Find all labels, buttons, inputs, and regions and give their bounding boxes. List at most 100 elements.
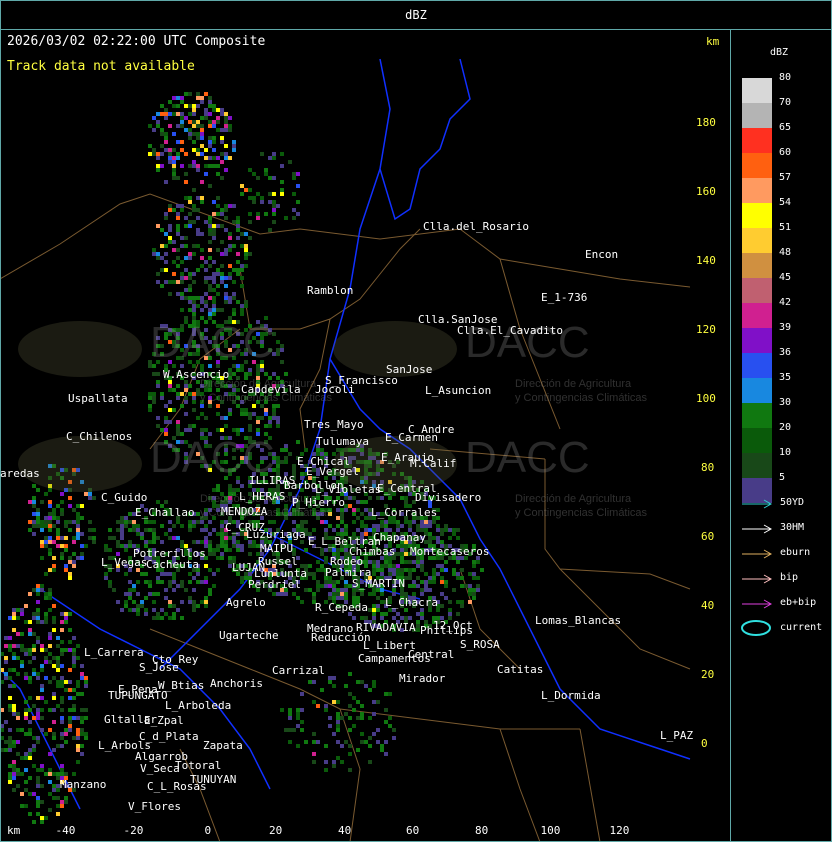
x-tick-20: 20 — [269, 824, 283, 837]
y-tick-40: 40 — [701, 599, 715, 612]
timestamp-label: 2026/03/02 02:22:00 UTC Composite — [7, 34, 266, 49]
track-arrow-icon — [742, 499, 773, 509]
place-label: L_HERAS — [239, 490, 286, 503]
place-label: C_d_Plata — [139, 730, 199, 743]
current-label: current — [780, 622, 823, 633]
place-label: L_Violetas — [315, 483, 382, 496]
y-tick-60: 60 — [701, 530, 715, 543]
place-label: Central — [408, 648, 455, 661]
track-arrow-icon — [742, 574, 773, 584]
track-arrow-icon — [742, 524, 773, 534]
legend-value-20: 20 — [779, 422, 792, 433]
legend-swatch-48 — [742, 253, 772, 278]
place-label: V_Seca — [140, 762, 180, 775]
place-label: Divisadero — [415, 491, 482, 504]
place-label: Encon — [585, 248, 619, 261]
place-label: E_Challao — [135, 506, 195, 519]
place-label: Luzuriaga — [246, 528, 306, 541]
legend-swatch-45 — [742, 278, 772, 303]
place-label: L_Dormida — [541, 689, 601, 702]
legend-value-57: 57 — [779, 172, 792, 183]
place-label: Carrizal — [272, 664, 325, 677]
legend-value-54: 54 — [779, 197, 792, 208]
place-label: Perdriel — [248, 578, 301, 591]
watermark-subtitle: Dirección de Agricultura — [515, 493, 632, 505]
x-tick--40: -40 — [55, 824, 76, 837]
place-label: Zapata — [203, 739, 243, 752]
place-label: L_Chacra — [385, 596, 438, 609]
place-label: TUPUNGATO — [108, 689, 168, 702]
place-label: E_Zpal — [144, 714, 184, 727]
place-label: Clla.del_Rosario — [423, 220, 529, 233]
place-label: Manzano — [60, 778, 107, 791]
watermark-subtitle: y Contingencias Climáticas — [515, 392, 648, 404]
place-label: Ramblon — [307, 284, 354, 297]
y-tick-180: 180 — [696, 116, 716, 129]
window-title: dBZ — [405, 8, 427, 22]
x-tick-120: 120 — [609, 824, 630, 837]
track-label-bip: bip — [780, 572, 799, 583]
place-label: S_ROSA — [460, 638, 500, 651]
place-label: Ugarteche — [219, 629, 279, 642]
y-tick-140: 140 — [696, 254, 716, 267]
legend-swatch-39 — [742, 328, 772, 353]
legend-swatch-35 — [742, 378, 772, 403]
legend-swatch-65 — [742, 128, 772, 153]
place-label: Tres_Mayo — [304, 418, 364, 431]
legend-value-45: 45 — [779, 272, 792, 283]
watermark-subtitle: Dirección de Agricultura — [515, 378, 632, 390]
place-label: Clla.El_Cavadito — [457, 324, 563, 337]
watermark-subtitle: y Contingencias Climáticas — [515, 507, 648, 519]
watermark-logo-text: DACC — [465, 433, 590, 482]
place-label: E_Vergel — [306, 465, 359, 478]
place-label: Montecaseros — [410, 545, 490, 558]
y-tick-20: 20 — [701, 668, 715, 681]
legend-swatch-10 — [742, 453, 772, 478]
current-ellipse-icon — [741, 620, 771, 636]
y-tick-160: 160 — [696, 185, 716, 198]
title-bar: dBZ — [0, 0, 832, 30]
place-label: L_Arboleda — [165, 699, 232, 712]
place-label: Chapanay — [373, 531, 426, 544]
legend-swatch-30 — [742, 403, 772, 428]
legend-value-70: 70 — [779, 97, 792, 108]
place-label: L_Corrales — [371, 506, 438, 519]
track-label-eb+bip: eb+bip — [780, 597, 817, 608]
place-label: S_MARTIN — [352, 577, 405, 590]
y-tick-80: 80 — [701, 461, 715, 474]
legend-value-48: 48 — [779, 247, 792, 258]
place-label: Medrano — [307, 622, 354, 635]
place-label: Anchoris — [210, 677, 263, 690]
place-label: Capdevila — [241, 383, 301, 396]
place-label: SanJose — [386, 363, 433, 376]
legend-swatch-70 — [742, 103, 772, 128]
legend-value-5: 5 — [779, 472, 786, 483]
legend-value-10: 10 — [779, 447, 792, 458]
place-label: L_Vegas — [101, 556, 148, 569]
legend-swatch-54 — [742, 203, 772, 228]
track-label-30HM: 30HM — [780, 522, 805, 533]
place-label: M.Calif — [410, 457, 457, 470]
place-label: Tulumaya — [316, 435, 369, 448]
place-label: Jocoli — [315, 383, 355, 396]
place-label: E_Carmen — [385, 431, 438, 444]
x-unit-label: km — [7, 824, 21, 837]
legend-swatch-60 — [742, 153, 772, 178]
place-label: Catitas — [497, 663, 544, 676]
place-label: Uspallata — [68, 392, 128, 405]
track-label-eburn: eburn — [780, 547, 811, 558]
place-label: MAIPU — [260, 542, 294, 555]
place-label: Cacheuta — [146, 558, 199, 571]
place-label: C_Chilenos — [66, 430, 133, 443]
x-tick--20: -20 — [123, 824, 144, 837]
legend-value-39: 39 — [779, 322, 792, 333]
legend-swatch-36 — [742, 353, 772, 378]
place-label: C_Guido — [101, 491, 148, 504]
x-tick-0: 0 — [204, 824, 212, 837]
place-label: R_Cepeda — [315, 601, 368, 614]
place-label: L_Carrera — [84, 646, 144, 659]
legend-title: dBZ — [770, 47, 789, 58]
legend-value-42: 42 — [779, 297, 792, 308]
place-label: Lomas_Blancas — [535, 614, 622, 627]
place-label: V_Flores — [128, 800, 181, 813]
